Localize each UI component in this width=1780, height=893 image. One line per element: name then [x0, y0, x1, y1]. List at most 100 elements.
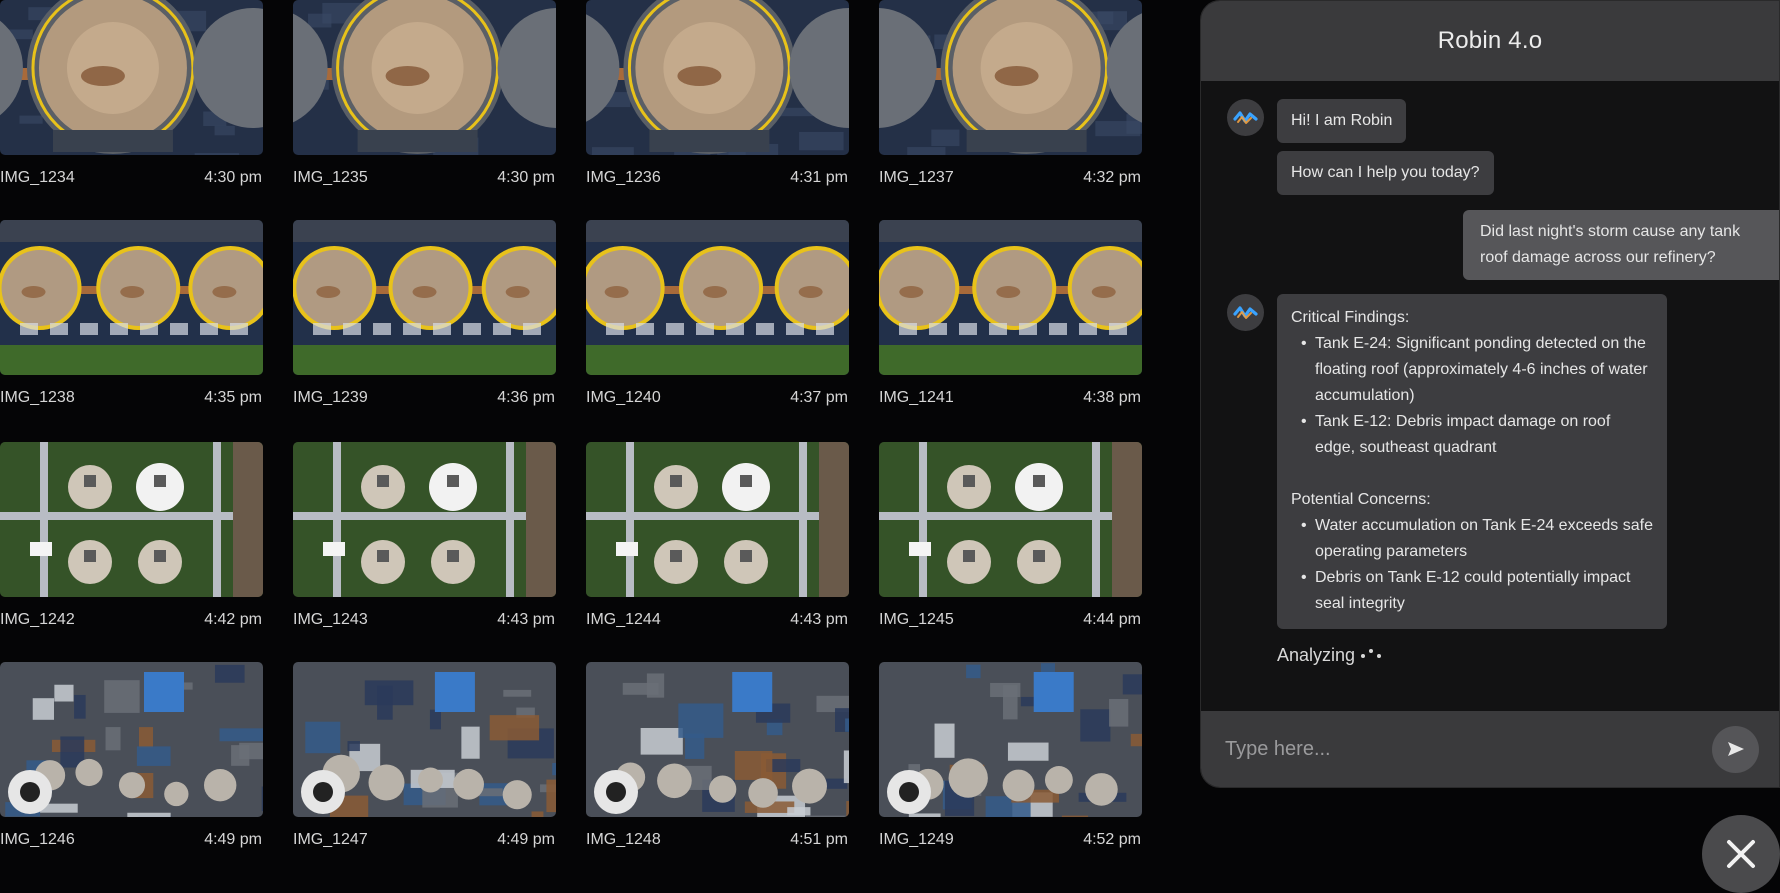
typing-dots-icon [1361, 648, 1382, 658]
gallery-tile[interactable]: IMG_1241 4:38 pm [879, 220, 1142, 407]
image-timestamp: 4:30 pm [204, 169, 262, 186]
image-caption: IMG_1242 4:42 pm [0, 611, 263, 629]
image-filename: IMG_1244 [586, 611, 661, 628]
image-timestamp: 4:42 pm [204, 611, 262, 628]
image-thumbnail[interactable] [879, 442, 1142, 597]
gallery-tile[interactable]: IMG_1240 4:37 pm [586, 220, 849, 407]
image-thumbnail[interactable] [586, 0, 849, 155]
image-filename: IMG_1248 [586, 831, 661, 848]
gallery-tile[interactable]: IMG_1249 4:52 pm [879, 662, 1142, 849]
image-timestamp: 4:32 pm [1083, 169, 1141, 186]
gallery-tile[interactable]: IMG_1248 4:51 pm [586, 662, 849, 849]
message-list: Hi! I am Robin How can I help you today?… [1201, 81, 1779, 711]
potential-concerns-list: Water accumulation on Tank E-24 exceeds … [1301, 513, 1653, 617]
image-filename: IMG_1239 [293, 389, 368, 406]
image-filename: IMG_1238 [0, 389, 75, 406]
image-filename: IMG_1236 [586, 169, 661, 186]
send-button[interactable] [1712, 725, 1759, 773]
image-thumbnail[interactable] [293, 0, 556, 155]
robin-logo-icon [1227, 99, 1264, 136]
image-thumbnail[interactable] [879, 0, 1142, 155]
robin-logo-icon [1227, 294, 1264, 331]
gallery-tile[interactable]: IMG_1238 4:35 pm [0, 220, 263, 407]
image-filename: IMG_1235 [293, 169, 368, 186]
image-thumbnail[interactable] [879, 220, 1142, 375]
image-caption: IMG_1249 4:52 pm [879, 831, 1142, 849]
image-caption: IMG_1248 4:51 pm [586, 831, 849, 849]
image-thumbnail[interactable] [0, 662, 263, 817]
message-input[interactable] [1225, 737, 1712, 761]
image-timestamp: 4:49 pm [204, 831, 262, 848]
image-timestamp: 4:49 pm [497, 831, 555, 848]
image-timestamp: 4:35 pm [204, 389, 262, 406]
image-thumbnail[interactable] [293, 220, 556, 375]
potential-concerns-heading: Potential Concerns: [1291, 491, 1431, 508]
image-caption: IMG_1243 4:43 pm [293, 611, 556, 629]
gallery-tile[interactable]: IMG_1236 4:31 pm [586, 0, 849, 187]
close-button[interactable] [1702, 815, 1780, 893]
chat-panel: Robin 4.o Hi! I am Robin How can I help … [1200, 0, 1780, 788]
bot-greeting-bubble: Hi! I am Robin [1277, 99, 1407, 143]
gallery-tile[interactable]: IMG_1234 4:30 pm [0, 0, 263, 187]
list-item: Debris on Tank E-12 could potentially im… [1301, 565, 1653, 617]
image-thumbnail[interactable] [586, 662, 849, 817]
image-thumbnail[interactable] [0, 220, 263, 375]
bot-help-bubble: How can I help you today? [1277, 151, 1494, 195]
list-item: Water accumulation on Tank E-24 exceeds … [1301, 513, 1653, 565]
image-caption: IMG_1234 4:30 pm [0, 169, 263, 187]
image-caption: IMG_1236 4:31 pm [586, 169, 849, 187]
image-caption: IMG_1239 4:36 pm [293, 389, 556, 407]
user-message-row: Did last night's storm cause any tank ro… [1227, 210, 1779, 280]
image-filename: IMG_1249 [879, 831, 954, 848]
image-timestamp: 4:52 pm [1083, 831, 1141, 848]
gallery-tile[interactable]: IMG_1237 4:32 pm [879, 0, 1142, 187]
list-item: Tank E-12: Debris impact damage on roof … [1301, 409, 1653, 461]
gallery-tile[interactable]: IMG_1244 4:43 pm [586, 442, 849, 629]
image-thumbnail[interactable] [0, 442, 263, 597]
image-thumbnail[interactable] [586, 442, 849, 597]
bot-message-group: Hi! I am Robin How can I help you today? [1227, 99, 1755, 195]
image-thumbnail[interactable] [0, 0, 263, 155]
gallery-tile[interactable]: IMG_1246 4:49 pm [0, 662, 263, 849]
status-text: Analyzing [1277, 645, 1356, 665]
image-caption: IMG_1245 4:44 pm [879, 611, 1142, 629]
gallery-tile[interactable]: IMG_1235 4:30 pm [293, 0, 556, 187]
list-item: Tank E-24: Significant ponding detected … [1301, 331, 1653, 409]
image-timestamp: 4:38 pm [1083, 389, 1141, 406]
image-caption: IMG_1235 4:30 pm [293, 169, 556, 187]
message-composer [1201, 711, 1779, 787]
image-timestamp: 4:37 pm [790, 389, 848, 406]
image-filename: IMG_1243 [293, 611, 368, 628]
send-arrow-icon [1727, 742, 1744, 756]
gallery-tile[interactable]: IMG_1239 4:36 pm [293, 220, 556, 407]
image-filename: IMG_1237 [879, 169, 954, 186]
analyzing-status: Analyzing [1277, 645, 1755, 666]
critical-findings-heading: Critical Findings: [1291, 309, 1410, 326]
gallery-tile[interactable]: IMG_1242 4:42 pm [0, 442, 263, 629]
image-timestamp: 4:51 pm [790, 831, 848, 848]
image-filename: IMG_1241 [879, 389, 954, 406]
image-thumbnail[interactable] [293, 442, 556, 597]
image-filename: IMG_1240 [586, 389, 661, 406]
image-thumbnail[interactable] [293, 662, 556, 817]
chat-title: Robin 4.o [1201, 1, 1779, 81]
image-timestamp: 4:43 pm [790, 611, 848, 628]
image-caption: IMG_1238 4:35 pm [0, 389, 263, 407]
image-gallery: IMG_1234 4:30 pm IMG_1235 4:30 pm IMG_1236 4:… [0, 0, 1160, 892]
close-icon [1727, 840, 1755, 868]
gallery-tile[interactable]: IMG_1245 4:44 pm [879, 442, 1142, 629]
image-filename: IMG_1234 [0, 169, 75, 186]
image-caption: IMG_1247 4:49 pm [293, 831, 556, 849]
user-message-bubble: Did last night's storm cause any tank ro… [1463, 210, 1779, 280]
image-timestamp: 4:36 pm [497, 389, 555, 406]
gallery-tile[interactable]: IMG_1247 4:49 pm [293, 662, 556, 849]
image-timestamp: 4:44 pm [1083, 611, 1141, 628]
image-filename: IMG_1245 [879, 611, 954, 628]
image-thumbnail[interactable] [586, 220, 849, 375]
image-filename: IMG_1247 [293, 831, 368, 848]
bot-response-group: Critical Findings: Tank E-24: Significan… [1227, 294, 1755, 629]
image-caption: IMG_1240 4:37 pm [586, 389, 849, 407]
image-thumbnail[interactable] [879, 662, 1142, 817]
image-caption: IMG_1246 4:49 pm [0, 831, 263, 849]
gallery-tile[interactable]: IMG_1243 4:43 pm [293, 442, 556, 629]
